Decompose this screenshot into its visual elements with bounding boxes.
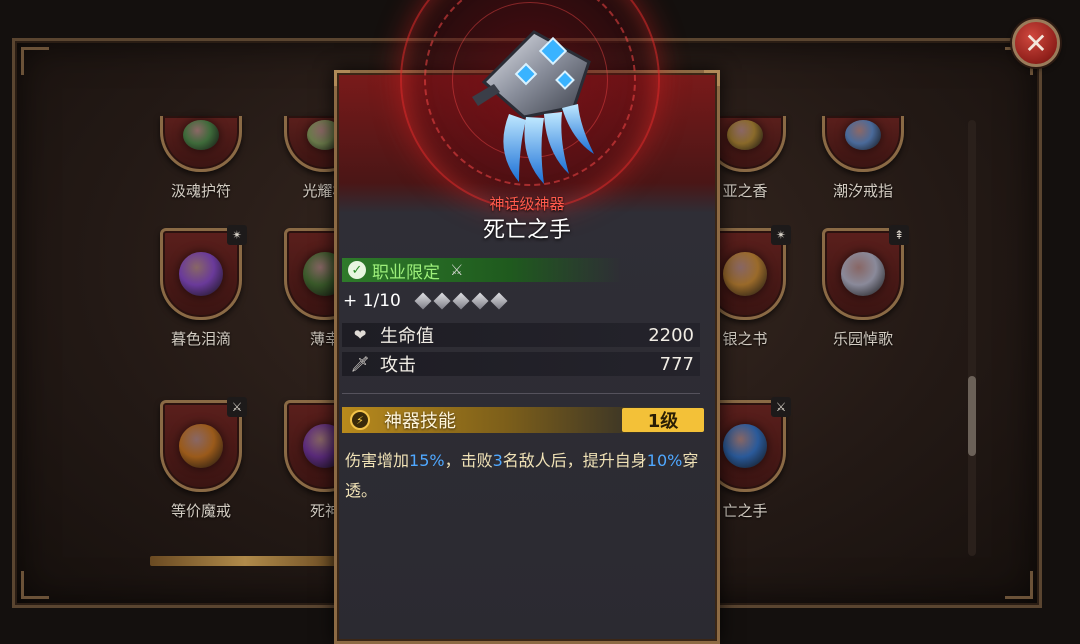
artifact-shield: ⚔ <box>160 397 247 492</box>
section-divider <box>342 393 700 394</box>
skill-description: 伤害增加15%，击败3名敌人后，提升自身10%穿透。 <box>345 446 710 506</box>
class-restriction-label: 职业限定 <box>372 262 440 283</box>
artifact-icon <box>183 119 219 150</box>
tooltip-corner-ornament <box>334 70 350 86</box>
stat-value: 777 <box>659 353 694 375</box>
artifact-card[interactable]: ✴ 暮色泪滴 <box>156 225 247 349</box>
artifact-shield <box>160 116 242 172</box>
stat-row-hp: ❤ 生命值 2200 <box>342 323 700 347</box>
artifact-card-label: 潮汐戒指 <box>832 182 893 200</box>
artifact-icon <box>845 119 881 150</box>
check-icon: ✓ <box>348 261 366 279</box>
stat-label: 生命值 <box>380 326 434 347</box>
artifact-icon <box>179 252 223 296</box>
category-banner <box>150 556 340 566</box>
artifact-card[interactable]: 潮汐戒指 <box>818 116 908 201</box>
artifact-icon <box>727 119 763 150</box>
artifact-type-badge: ✴ <box>227 225 247 245</box>
enhance-level: + 1/10 <box>343 291 401 311</box>
class-restriction-bar: ✓ 职业限定 ⚔ <box>342 258 622 283</box>
skill-level-badge: 1级 <box>622 408 704 432</box>
enhance-level-row: + 1/10 <box>343 290 512 312</box>
artifact-type-badge: ⇞ <box>889 225 909 245</box>
artifact-card-label: 等价魔戒 <box>170 502 231 520</box>
stat-row-attack: 🗡 攻击 777 <box>342 352 700 376</box>
artifact-shield: ✴ <box>160 225 247 320</box>
artifact-icon <box>841 252 885 296</box>
star-icon <box>471 292 489 310</box>
heart-icon: ❤ <box>353 326 367 344</box>
artifact-shield: ⇞ <box>822 225 909 320</box>
skill-desc-highlight: 15% <box>409 451 445 470</box>
stat-label: 攻击 <box>380 355 416 376</box>
artifact-type-badge: ✴ <box>771 225 791 245</box>
artifact-card[interactable]: 汲魂护符 <box>156 116 246 201</box>
star-icon <box>414 292 432 310</box>
artifact-card[interactable]: ⚔ 等价魔戒 <box>156 397 247 521</box>
panel-corner-ornament <box>21 571 49 599</box>
sword-icon: 🗡 <box>350 355 370 373</box>
crossed-swords-icon: ⚔ <box>450 261 464 279</box>
star-icon <box>452 292 470 310</box>
skill-desc-highlight: 3 <box>492 451 503 470</box>
artifact-type-badge: ⚔ <box>771 397 791 417</box>
close-button[interactable]: ✕ <box>1012 19 1060 67</box>
tooltip-corner-ornament <box>704 70 720 86</box>
artifact-icon <box>723 252 767 296</box>
skill-desc-highlight: 10% <box>646 451 683 470</box>
skill-title: 神器技能 <box>384 411 456 432</box>
item-name: 死亡之手 <box>482 218 571 243</box>
panel-corner-ornament <box>21 47 49 75</box>
artifact-icon <box>723 424 767 468</box>
lightning-icon: ⚡ <box>350 410 370 430</box>
star-icon <box>433 292 451 310</box>
stat-value: 2200 <box>648 324 694 346</box>
rarity-label: 神话级神器 <box>489 195 565 213</box>
artifact-type-badge: ⚔ <box>227 397 247 417</box>
scrollbar-thumb[interactable] <box>968 376 976 456</box>
panel-corner-ornament <box>1005 571 1033 599</box>
artifact-card[interactable]: ⇞ 乐园悼歌 <box>818 225 909 349</box>
gauntlet-artifact-image <box>472 30 594 184</box>
artifact-card-label: 银之书 <box>722 330 768 348</box>
star-icon <box>490 292 508 310</box>
skill-desc-text: ，击败 <box>444 451 493 470</box>
close-icon: ✕ <box>1024 26 1048 60</box>
skill-desc-text: 名敌人后，提升自身 <box>502 451 647 470</box>
artifact-card-label: 亚之香 <box>722 182 768 200</box>
skill-desc-text: 伤害增加 <box>345 451 410 470</box>
scrollbar-track[interactable] <box>968 120 976 556</box>
artifact-card-label: 乐园悼歌 <box>832 330 893 348</box>
artifact-card-label: 亡之手 <box>722 502 768 520</box>
artifact-card-label: 汲魂护符 <box>170 182 231 200</box>
artifact-icon <box>179 424 223 468</box>
artifact-card-label: 暮色泪滴 <box>170 330 231 348</box>
artifact-shield <box>822 116 904 172</box>
